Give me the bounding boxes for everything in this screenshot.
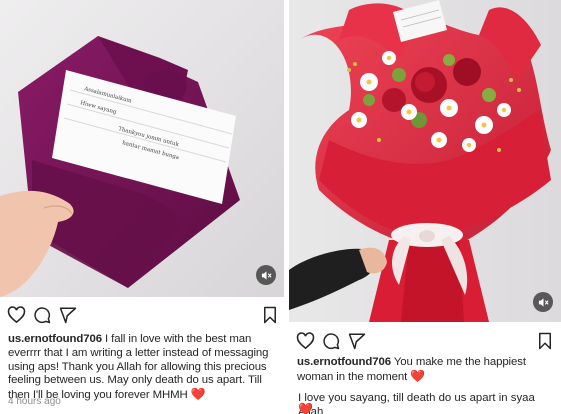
post-actions-right <box>289 329 561 355</box>
post-timestamp[interactable]: 4 hours ago <box>8 396 61 407</box>
comment-icon <box>323 333 340 350</box>
caption-heart-emoji: ❤️ <box>410 368 426 383</box>
speaker-muted-icon <box>261 270 272 280</box>
envelope-photo: Assalamualaikum Hiww sayang Thankyou jom… <box>0 0 284 297</box>
post-image-bouquet[interactable] <box>289 0 561 322</box>
post-left: Assalamualaikum Hiww sayang Thankyou jom… <box>0 0 284 414</box>
speaker-muted-icon <box>538 297 549 307</box>
post-caption-right: us.ernotfound706 You make me the happies… <box>297 356 555 385</box>
save-button[interactable] <box>535 331 555 351</box>
send-icon <box>59 307 77 324</box>
mute-button[interactable] <box>256 265 276 285</box>
post-right: us.ernotfound706 You make me the happies… <box>289 0 561 414</box>
like-button[interactable] <box>6 305 26 325</box>
bookmark-icon <box>539 332 551 350</box>
caption-second-heart-emoji: ❤️ <box>298 402 313 414</box>
caption-second-line: I love you sayang, till death do us apar… <box>298 392 535 414</box>
share-button[interactable] <box>58 305 78 325</box>
post-actions-left <box>0 303 284 329</box>
username-link[interactable]: us.ernotfound706 <box>8 333 102 345</box>
send-icon <box>348 333 366 350</box>
save-button[interactable] <box>260 305 280 325</box>
comment-button[interactable] <box>32 305 52 325</box>
username-link[interactable]: us.ernotfound706 <box>297 356 391 368</box>
heart-outline-icon <box>296 332 314 350</box>
bouquet-photo <box>289 0 561 322</box>
post-caption-left: us.ernotfound706 I fall in love with the… <box>8 333 278 403</box>
post-image-envelope[interactable]: Assalamualaikum Hiww sayang Thankyou jom… <box>0 0 284 297</box>
comment-button[interactable] <box>321 331 341 351</box>
caption-heart-emoji: ❤️ <box>190 387 206 402</box>
heart-outline-icon <box>7 306 25 324</box>
mute-button[interactable] <box>533 292 553 312</box>
comment-icon <box>34 307 51 324</box>
share-button[interactable] <box>347 331 367 351</box>
bookmark-icon <box>264 306 276 324</box>
like-button[interactable] <box>295 331 315 351</box>
